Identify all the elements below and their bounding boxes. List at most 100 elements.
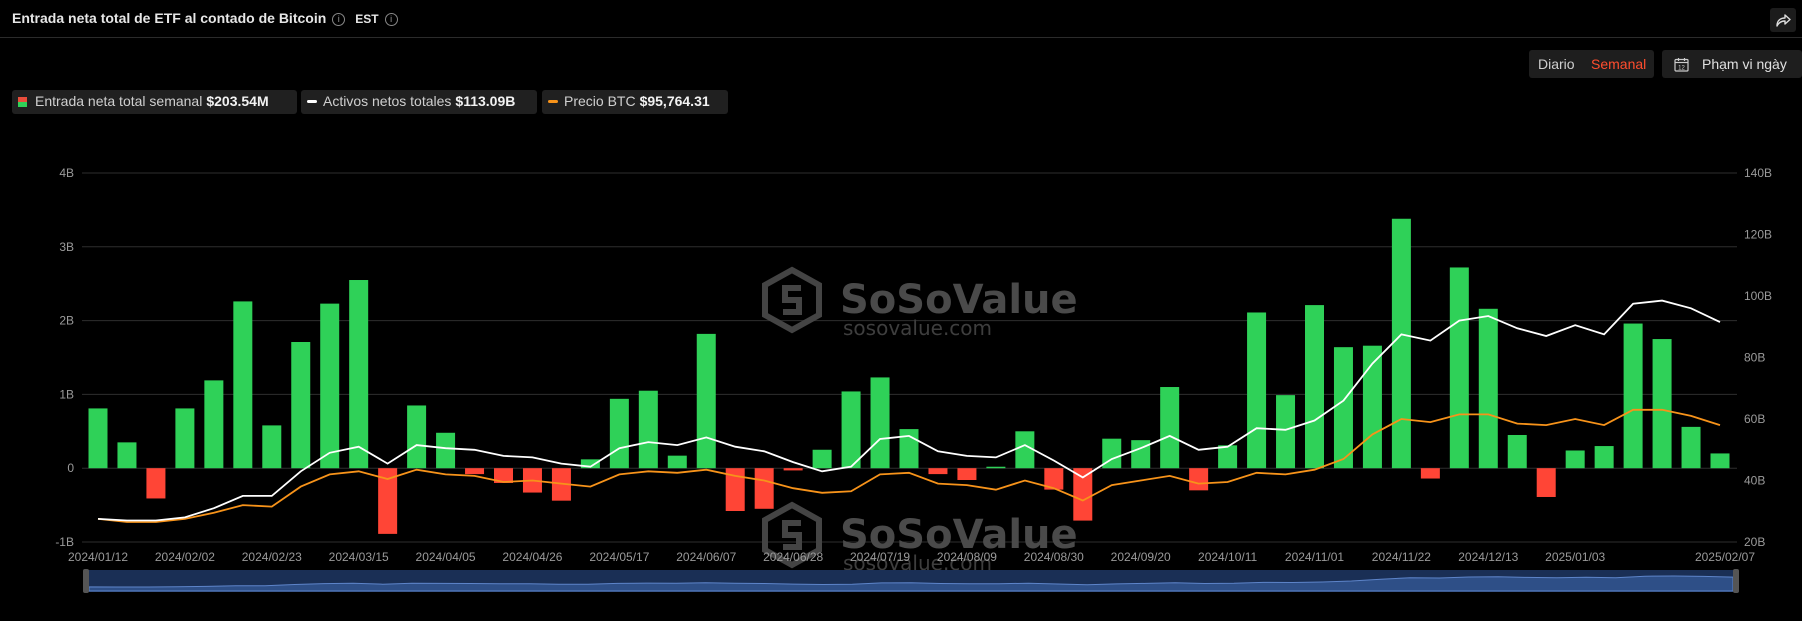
inflow-bar[interactable] xyxy=(870,377,890,469)
x-axis-tick-label: 2025/01/03 xyxy=(1545,550,1605,564)
inflow-bar[interactable] xyxy=(638,390,658,469)
x-axis-tick-label: 2024/06/07 xyxy=(676,550,736,564)
inflow-bar[interactable] xyxy=(1131,440,1151,469)
legend-btc-price[interactable]: Precio BTC $95,764.31 xyxy=(542,90,728,114)
inflow-bar[interactable] xyxy=(407,405,427,469)
inflow-bar[interactable] xyxy=(1565,450,1585,469)
inflow-bar[interactable] xyxy=(1160,387,1180,469)
weekly-option[interactable]: Semanal xyxy=(1591,56,1646,72)
right-axis-tick-label: 80B xyxy=(1744,351,1765,365)
inflow-bar[interactable] xyxy=(1536,468,1556,497)
date-range-button[interactable]: 12 Phạm vi ngày xyxy=(1662,50,1802,78)
inflow-bar[interactable] xyxy=(667,455,687,469)
x-axis-tick-label: 2024/02/23 xyxy=(242,550,302,564)
left-axis-tick-label: 1B xyxy=(59,387,74,401)
inflow-bar[interactable] xyxy=(88,408,108,469)
inflow-bar[interactable] xyxy=(928,468,948,475)
x-axis-tick-label: 2024/08/30 xyxy=(1024,550,1084,564)
etf-flow-chart: SoSoValue sosovalue.com SoSoValue sosova… xyxy=(55,166,1772,593)
inflow-bar[interactable] xyxy=(1623,323,1643,469)
inflow-bar[interactable] xyxy=(1652,339,1672,469)
navigator-left-handle[interactable] xyxy=(83,569,89,593)
left-axis-tick-label: 2B xyxy=(59,314,74,328)
inflow-bar[interactable] xyxy=(1247,312,1267,469)
inflow-bar[interactable] xyxy=(1015,431,1035,469)
inflow-bar[interactable] xyxy=(1681,426,1701,469)
timezone-info-icon[interactable]: i xyxy=(384,13,398,26)
inflow-bar[interactable] xyxy=(349,280,369,469)
inflow-bar[interactable] xyxy=(1305,305,1324,469)
range-navigator[interactable] xyxy=(83,569,1739,593)
x-axis-tick-label: 2024/11/01 xyxy=(1285,550,1344,564)
inflow-bar[interactable] xyxy=(1073,468,1093,521)
daily-option[interactable]: Diario xyxy=(1538,56,1575,72)
right-axis-tick-label: 100B xyxy=(1744,289,1772,303)
share-icon xyxy=(1776,14,1791,27)
legend-label: Entrada neta total semanal xyxy=(35,93,203,109)
inflow-bar[interactable] xyxy=(1333,347,1353,469)
inflow-bar[interactable] xyxy=(696,333,716,469)
legend-net-assets[interactable]: Activos netos totales $113.09B xyxy=(301,90,537,114)
inflow-bar[interactable] xyxy=(1218,445,1238,469)
inflow-bar[interactable] xyxy=(899,429,919,469)
x-axis-tick-label: 2024/08/09 xyxy=(937,550,997,564)
legend-value: $113.09B xyxy=(455,93,516,109)
inflow-bar[interactable] xyxy=(1189,468,1209,491)
inflow-bar[interactable] xyxy=(812,449,832,469)
inflow-bar[interactable] xyxy=(1276,395,1296,469)
right-axis-tick-label: 20B xyxy=(1744,535,1765,549)
inflow-swatch-icon xyxy=(18,97,27,107)
inflow-bar[interactable] xyxy=(291,342,311,469)
navigator-right-handle[interactable] xyxy=(1733,569,1739,593)
inflow-bar[interactable] xyxy=(465,468,485,475)
inflow-bars xyxy=(88,218,1730,534)
inflow-bar[interactable] xyxy=(146,468,166,499)
left-axis-tick-label: 0 xyxy=(67,461,74,475)
share-button[interactable] xyxy=(1770,8,1796,32)
left-axis-tick-label: 4B xyxy=(59,166,74,180)
legend-value: $95,764.31 xyxy=(639,93,710,109)
inflow-bar[interactable] xyxy=(1391,218,1411,469)
inflow-bar[interactable] xyxy=(117,442,137,469)
right-axis-tick-label: 40B xyxy=(1744,474,1765,488)
inflow-bar[interactable] xyxy=(175,408,195,469)
inflow-bar[interactable] xyxy=(1594,446,1614,469)
inflow-bar[interactable] xyxy=(1449,267,1469,469)
inflow-bar[interactable] xyxy=(957,468,977,481)
title-info-icon[interactable]: i xyxy=(332,13,346,26)
interval-toggle: Diario Semanal xyxy=(1529,50,1654,78)
inflow-bar[interactable] xyxy=(262,425,282,469)
inflow-bar[interactable] xyxy=(233,301,253,469)
inflow-bar[interactable] xyxy=(204,380,224,469)
legend-value: $203.54M xyxy=(206,93,269,109)
inflow-bar[interactable] xyxy=(1710,453,1730,469)
inflow-bar[interactable] xyxy=(986,466,1006,469)
x-axis-tick-label: 2024/04/05 xyxy=(416,550,476,564)
inflow-bar[interactable] xyxy=(1420,468,1440,479)
legend-weekly-inflow[interactable]: Entrada neta total semanal $203.54M xyxy=(12,90,297,114)
inflow-bar[interactable] xyxy=(1507,434,1527,469)
net-assets-swatch-icon xyxy=(307,100,317,103)
inflow-bar[interactable] xyxy=(609,398,629,469)
timezone-label: EST xyxy=(355,12,379,26)
right-axis-tick-label: 140B xyxy=(1744,166,1772,180)
left-axis-tick-label: 3B xyxy=(59,240,74,254)
x-axis-tick-label: 2024/09/20 xyxy=(1111,550,1171,564)
x-axis-tick-label: 2024/03/15 xyxy=(329,550,389,564)
x-axis-tick-label: 2024/12/13 xyxy=(1458,550,1518,564)
inflow-bar[interactable] xyxy=(320,303,340,469)
btc-price-swatch-icon xyxy=(548,100,558,103)
svg-text:12: 12 xyxy=(1678,65,1685,71)
watermark-group: SoSoValue sosovalue.com SoSoValue sosova… xyxy=(762,266,1078,575)
chart-title-text: Entrada neta total de ETF al contado de … xyxy=(12,10,327,26)
right-axis-tick-label: 60B xyxy=(1744,412,1765,426)
x-axis-tick-label: 2024/02/02 xyxy=(155,550,215,564)
inflow-bar[interactable] xyxy=(841,391,861,469)
inflow-bar[interactable] xyxy=(436,432,456,469)
inflow-bar[interactable] xyxy=(1478,308,1498,469)
inflow-bar[interactable] xyxy=(783,468,803,471)
x-axis-tick-label: 2024/06/28 xyxy=(763,550,823,564)
x-axis-tick-label: 2024/01/12 xyxy=(68,550,128,564)
inflow-bar[interactable] xyxy=(754,468,774,509)
legend-label: Activos netos totales xyxy=(323,93,452,109)
